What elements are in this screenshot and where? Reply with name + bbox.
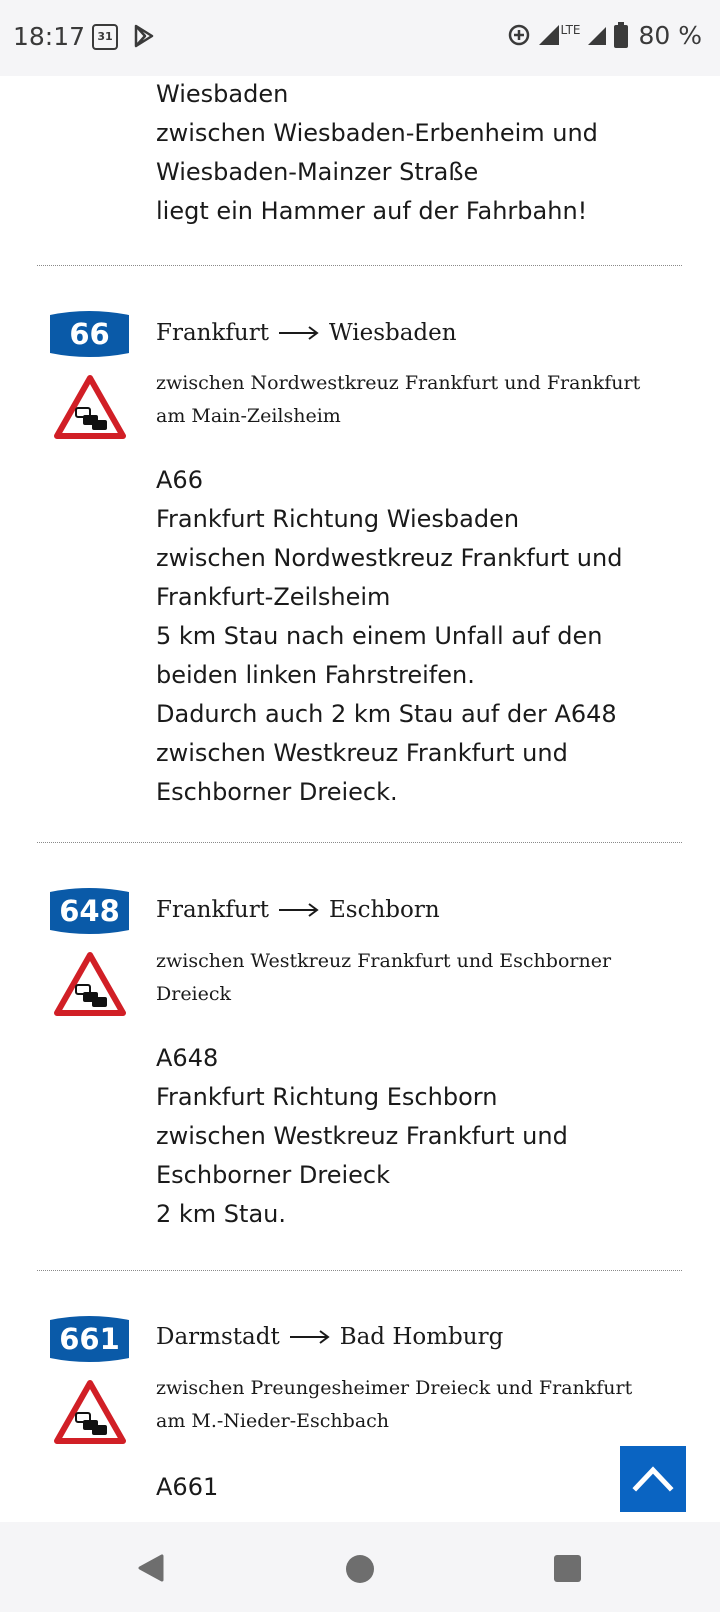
- route-between: zwischen Nordwestkreuz Frankfurt und Fra…: [156, 367, 686, 433]
- detail-line: Wiesbaden-Mainzer Straße: [156, 158, 479, 186]
- route-between: zwischen Westkreuz Frankfurt und Eschbor…: [156, 945, 686, 1011]
- status-icons: LTE 80 %: [507, 20, 702, 50]
- road-badge-a648: 648: [50, 887, 129, 935]
- route: Frankfurt Eschborn: [156, 897, 440, 923]
- battery-icon: [614, 22, 629, 48]
- data-saver-icon: [508, 24, 529, 46]
- traffic-jam-warning-icon: [54, 375, 126, 439]
- between-line: am M.-Nieder-Eschbach: [156, 1410, 390, 1432]
- detail-line: Eschborner Dreieck: [156, 1161, 391, 1189]
- divider: [37, 842, 682, 843]
- between-line: am Main-Zeilsheim: [156, 405, 341, 427]
- scroll-to-top-button[interactable]: [620, 1446, 686, 1512]
- network-type: LTE: [560, 23, 581, 37]
- detail-line: Wiesbaden: [156, 80, 289, 108]
- traffic-list[interactable]: Wiesbaden zwischen Wiesbaden-Erbenheim u…: [0, 76, 720, 1522]
- traffic-details: A661: [156, 1468, 696, 1507]
- divider: [37, 1270, 682, 1271]
- battery-percent: 80 %: [638, 20, 702, 50]
- back-icon[interactable]: [136, 1553, 166, 1583]
- road-badge-a661: 661: [50, 1315, 129, 1363]
- detail-line: zwischen Nordwestkreuz Frankfurt und: [156, 544, 623, 572]
- detail-line: A66: [156, 466, 203, 494]
- detail-line: A648: [156, 1044, 219, 1072]
- signal-icon-2: [588, 27, 607, 45]
- between-line: Dreieck: [156, 983, 232, 1005]
- detail-line: 2 km Stau.: [156, 1200, 286, 1228]
- play-store-icon: [134, 24, 154, 48]
- detail-line: liegt ein Hammer auf der Fahrbahn!: [156, 197, 588, 225]
- route-to: Wiesbaden: [328, 320, 457, 346]
- route-from: Frankfurt: [156, 320, 269, 346]
- traffic-details: A648 Frankfurt Richtung Eschborn zwische…: [156, 1039, 696, 1234]
- route-from: Darmstadt: [156, 1324, 280, 1350]
- traffic-jam-warning-icon: [54, 952, 126, 1016]
- route-to: Eschborn: [328, 897, 440, 923]
- detail-line: zwischen Wiesbaden-Erbenheim und: [156, 119, 598, 147]
- arrow-right-icon: [278, 326, 319, 340]
- detail-line: 5 km Stau nach einem Unfall auf den: [156, 622, 603, 650]
- detail-line: A661: [156, 1473, 219, 1501]
- detail-line: Frankfurt Richtung Wiesbaden: [156, 505, 520, 533]
- traffic-details: A66 Frankfurt Richtung Wiesbaden zwische…: [156, 461, 696, 812]
- detail-line: beiden linken Fahrstreifen.: [156, 661, 475, 689]
- detail-line: Frankfurt Richtung Eschborn: [156, 1083, 498, 1111]
- navigation-bar: [0, 1522, 720, 1612]
- route-to: Bad Homburg: [339, 1324, 504, 1350]
- detail-line: Frankfurt-Zeilsheim: [156, 583, 391, 611]
- calendar-icon: 31: [92, 24, 118, 50]
- route: Frankfurt Wiesbaden: [156, 320, 457, 346]
- between-line: zwischen Westkreuz Frankfurt und Eschbor…: [156, 950, 612, 972]
- status-bar: 18:17 31 LTE 80 %: [0, 0, 720, 76]
- chevron-up-icon: [632, 1466, 674, 1492]
- arrow-right-icon: [289, 1330, 330, 1344]
- road-badge-a66: 66: [50, 310, 129, 358]
- traffic-jam-warning-icon: [54, 1380, 126, 1444]
- status-time: 18:17: [13, 22, 86, 51]
- detail-line: Dadurch auch 2 km Stau auf der A648: [156, 700, 617, 728]
- route-from: Frankfurt: [156, 897, 269, 923]
- between-line: zwischen Nordwestkreuz Frankfurt und Fra…: [156, 372, 641, 394]
- detail-line: Eschborner Dreieck.: [156, 778, 398, 806]
- arrow-right-icon: [278, 903, 319, 917]
- signal-icon: [538, 25, 559, 45]
- between-line: zwischen Preungesheimer Dreieck und Fran…: [156, 1377, 633, 1399]
- route-between: zwischen Preungesheimer Dreieck und Fran…: [156, 1372, 686, 1438]
- traffic-details: Wiesbaden zwischen Wiesbaden-Erbenheim u…: [156, 76, 696, 231]
- divider: [37, 265, 682, 266]
- route: Darmstadt Bad Homburg: [156, 1324, 503, 1350]
- detail-line: zwischen Westkreuz Frankfurt und: [156, 1122, 568, 1150]
- detail-line: zwischen Westkreuz Frankfurt und: [156, 739, 568, 767]
- home-icon[interactable]: [345, 1554, 375, 1584]
- recents-icon[interactable]: [554, 1555, 581, 1582]
